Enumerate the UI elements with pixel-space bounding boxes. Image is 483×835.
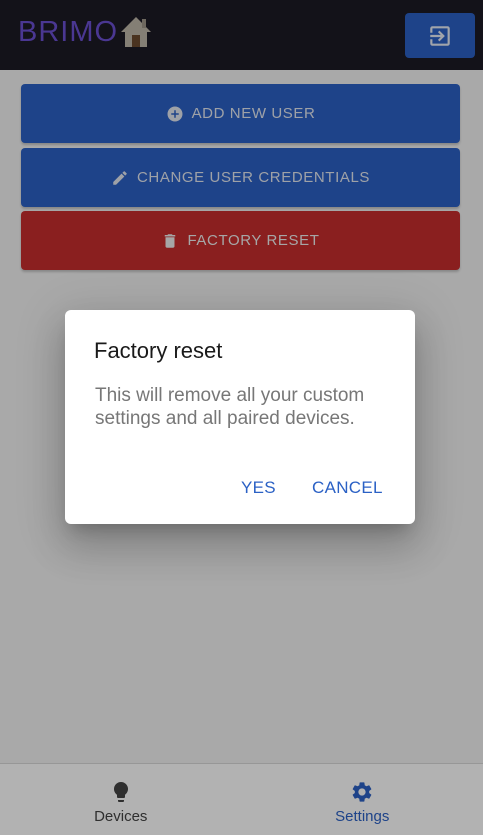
cancel-button[interactable]: CANCEL xyxy=(312,478,383,498)
yes-button[interactable]: YES xyxy=(241,478,276,498)
dialog-title: Factory reset xyxy=(94,338,223,363)
dialog-message: This will remove all your custom setting… xyxy=(95,385,365,429)
factory-reset-dialog: Factory reset This will remove all your … xyxy=(65,310,415,524)
